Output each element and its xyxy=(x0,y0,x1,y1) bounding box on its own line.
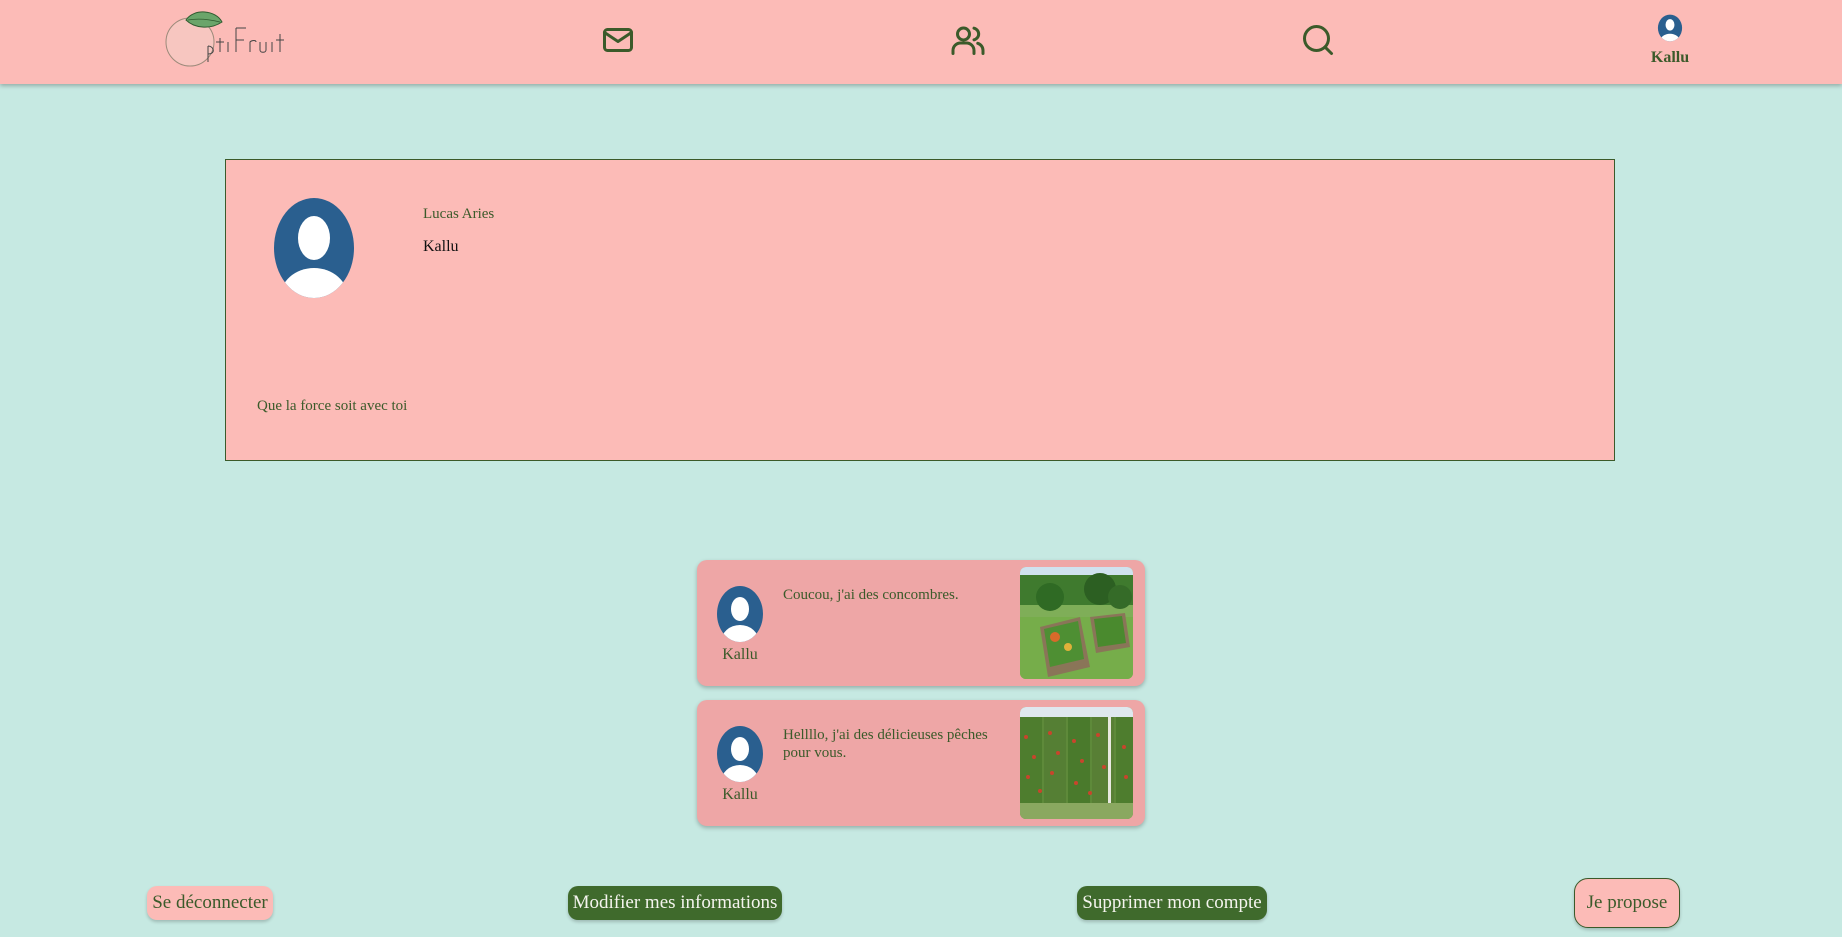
propose-button[interactable]: Je propose xyxy=(1574,878,1680,928)
orchard-photo[interactable] xyxy=(1020,707,1133,819)
profile-avatar xyxy=(274,198,354,298)
nav-username: Kallu xyxy=(1650,49,1690,66)
post-author[interactable]: Kallu xyxy=(697,786,783,804)
optifruit-logo[interactable] xyxy=(160,8,286,68)
edit-info-button[interactable]: Modifier mes informations xyxy=(568,886,782,920)
post-card[interactable]: Kallu Hellllo, j'ai des délicieuses pêch… xyxy=(697,700,1145,826)
delete-account-button[interactable]: Supprimer mon compte xyxy=(1077,886,1267,920)
post-author-avatar xyxy=(717,586,763,642)
post-author[interactable]: Kallu xyxy=(697,646,783,664)
user-avatar-icon xyxy=(1657,14,1683,42)
post-author-avatar xyxy=(717,726,763,782)
profile-bio: Que la force soit avec toi xyxy=(257,398,408,414)
search-icon[interactable] xyxy=(1300,22,1336,58)
post-text: Hellllo, j'ai des délicieuses pêches pou… xyxy=(783,727,988,761)
post-text: Coucou, j'ai des concombres. xyxy=(783,587,959,603)
garden-beds-photo[interactable] xyxy=(1020,567,1133,679)
profile-full-name: Lucas Aries xyxy=(423,206,495,222)
top-navbar: Kallu xyxy=(0,0,1842,84)
profile-card: Lucas Aries Kallu Que la force soit avec… xyxy=(225,159,1615,461)
users-icon[interactable] xyxy=(950,22,986,58)
nav-user-profile[interactable]: Kallu xyxy=(1640,14,1700,67)
mail-icon[interactable] xyxy=(600,22,636,58)
logout-button[interactable]: Se déconnecter xyxy=(147,886,273,920)
post-card[interactable]: Kallu Coucou, j'ai des concombres. xyxy=(697,560,1145,686)
profile-username: Kallu xyxy=(423,238,459,255)
